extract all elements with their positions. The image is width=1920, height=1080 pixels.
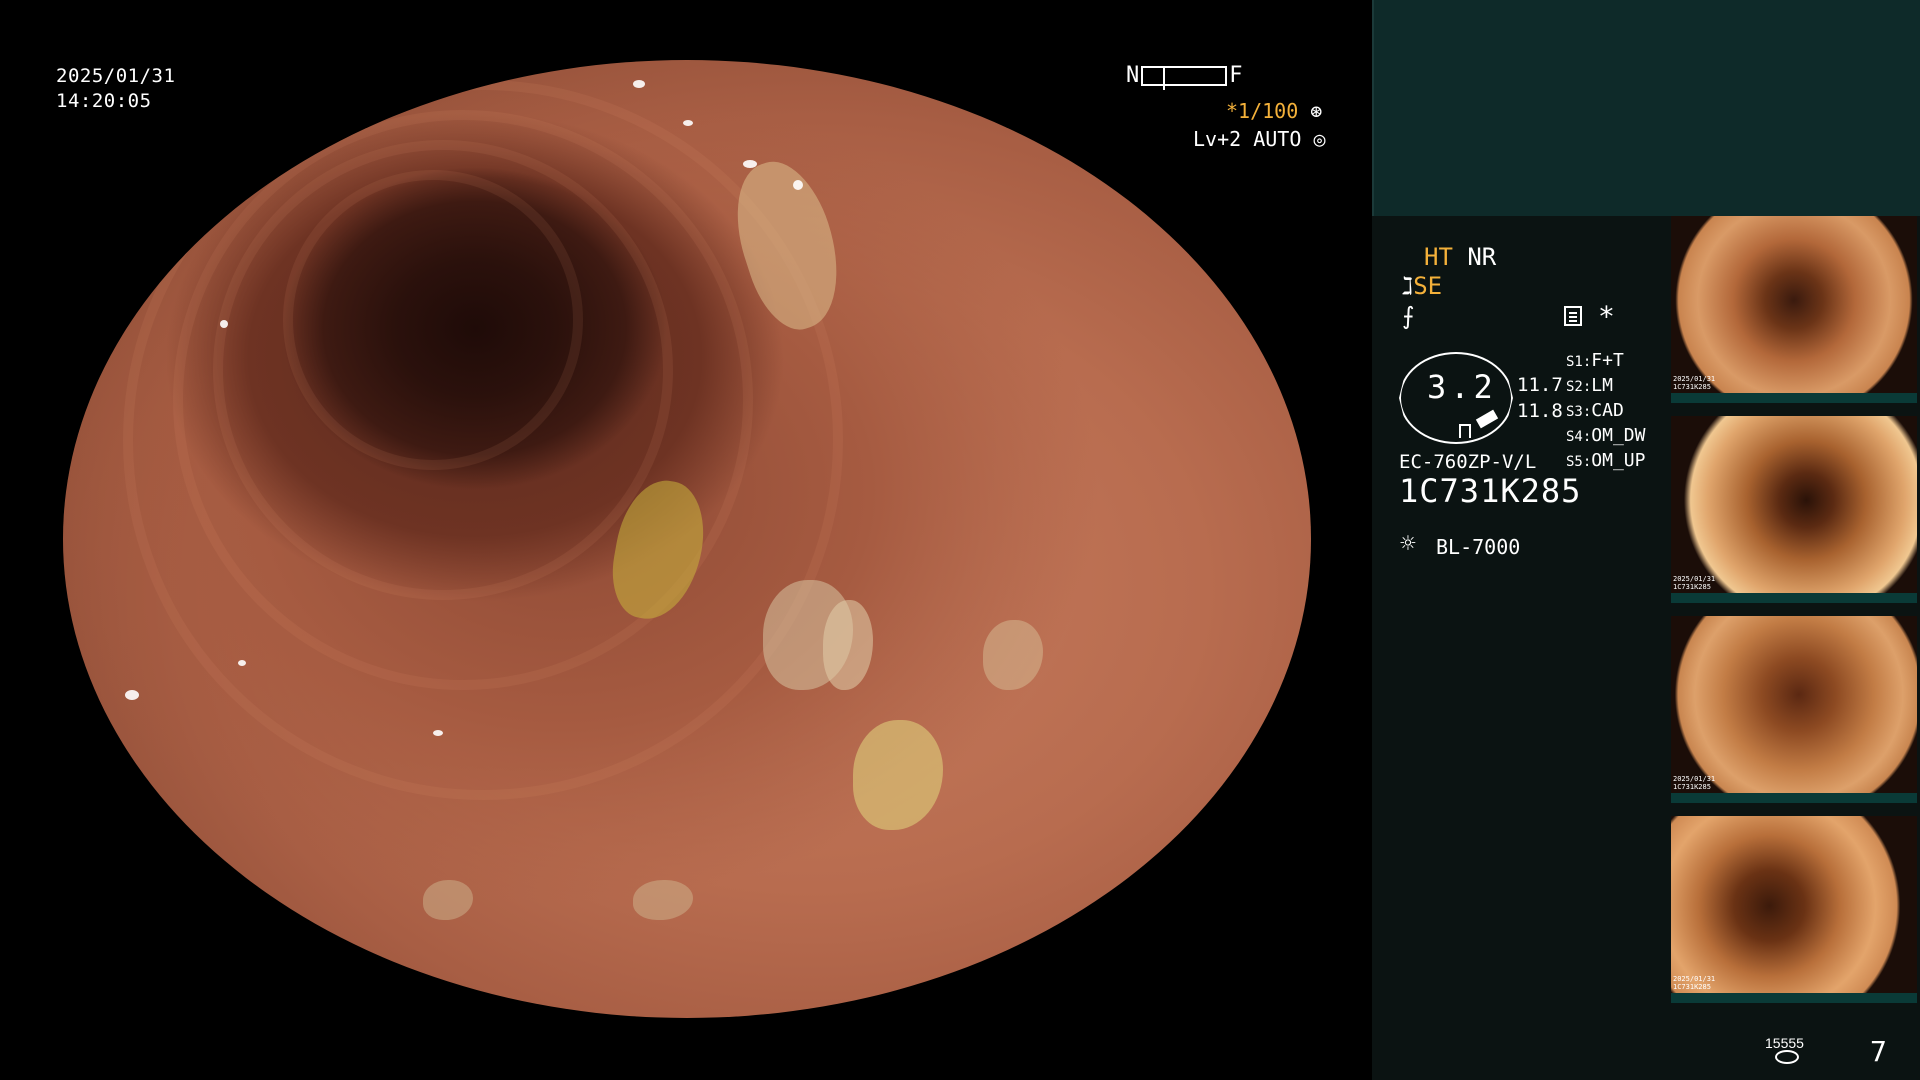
menu-icon [1564,306,1582,326]
thumbnail-bar [1671,393,1917,403]
residue-spot [853,720,943,830]
thumbnail-1[interactable]: 2025/01/31 1C731K285 [1671,216,1917,403]
gauge-value: 3.2 [1427,368,1497,406]
thumbnail-3[interactable]: 2025/01/31 1C731K285 [1671,616,1917,803]
auto-icon: ◎ [1313,127,1326,151]
far-label: F [1229,63,1243,88]
thumbnail-label: 2025/01/31 1C731K285 [1673,975,1716,991]
thumbnail-bar [1671,793,1917,803]
nr-label: NR [1467,243,1497,271]
residue-spot [423,880,473,920]
light-source-icon: ☼ [1400,529,1416,559]
thumbnail-bar [1671,993,1917,1003]
light-source: BL-7000 [1436,535,1521,559]
shutter-text: *1/100 [1226,99,1299,123]
scope-serial: 1C731K285 [1399,472,1582,510]
residue-spot [633,880,693,920]
se-icon: ℷ [1402,272,1414,300]
gauge-square-icon [1459,424,1471,438]
endoscope-image [63,60,1311,1018]
se-status: ℷSE [1402,273,1442,299]
time-text: 14:20:05 [56,90,152,112]
light-reflection [683,120,693,126]
ht-label: HT [1424,243,1453,271]
setting-s2: S2:LM [1566,375,1613,396]
near-far-indicator: N F [1126,63,1243,90]
light-reflection [433,730,443,736]
focus-bar [1141,66,1228,90]
value-1: 11.7 [1517,374,1563,396]
near-label: N [1126,63,1140,88]
light-reflection [743,160,757,168]
setting-s4: S4:OM_DW [1566,425,1646,446]
light-reflection [220,320,228,328]
shutter-speed: *1/100 ⊛ [1226,99,1322,123]
setting-s5: S5:OM_UP [1566,450,1646,471]
storage-icon [1775,1050,1799,1064]
thumbnail-2[interactable]: 2025/01/31 1C731K285 [1671,416,1917,603]
f-symbol-icon: ⨍ [1402,302,1415,330]
date-text: 2025/01/31 [56,65,176,87]
datetime: 2025/01/31 14:20:05 [56,64,175,114]
setting-s3: S3:CAD [1566,400,1624,421]
setting-s1: S1:F+T [1566,350,1624,371]
thumbnail-bar [1671,593,1917,603]
value-2: 11.8 [1517,400,1563,422]
thumbnail-4[interactable]: 2025/01/31 1C731K285 [1671,816,1917,1003]
asterisk-mark: * [1598,300,1615,333]
brightness-level: Lv+2 AUTO ◎ [1193,127,1325,151]
thumbnail-label: 2025/01/31 1C731K285 [1673,375,1716,391]
light-reflection [125,690,139,700]
mode-text: AUTO [1253,127,1302,151]
thumbnail-label: 2025/01/31 1C731K285 [1673,575,1716,591]
light-reflection [238,660,246,666]
residue-spot [823,600,873,690]
light-reflection [633,80,645,88]
light-reflection [793,180,803,190]
ht-nr-status: HT NR [1424,244,1496,270]
endoscope-main-view: 2025/01/31 14:20:05 N F *1/100 ⊛ Lv+2 AU… [0,0,1372,1080]
image-count: 7 [1870,1035,1887,1068]
mucosal-fold [283,170,583,470]
shutter-icon: ⊛ [1310,99,1323,123]
level-text: Lv+2 [1193,127,1242,151]
thumbnail-label: 2025/01/31 1C731K285 [1673,775,1716,791]
panel-header [1372,0,1920,216]
residue-spot [983,620,1043,690]
se-label: SE [1413,272,1443,300]
